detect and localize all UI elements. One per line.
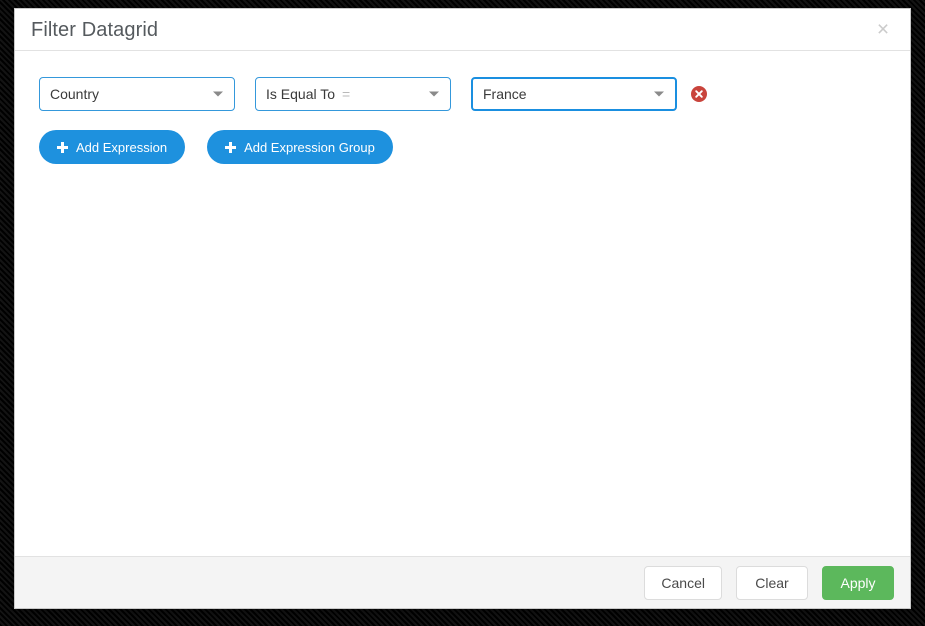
- filter-datagrid-dialog: Filter Datagrid × Country Is Equal To =: [14, 8, 911, 609]
- add-expression-label: Add Expression: [76, 139, 168, 155]
- filter-value-select[interactable]: France: [471, 77, 677, 111]
- plus-icon: [225, 141, 237, 153]
- add-expression-group-button[interactable]: Add Expression Group: [207, 130, 393, 164]
- add-buttons-row: Add Expression Add Expression Group: [39, 130, 886, 164]
- dialog-header: Filter Datagrid ×: [15, 9, 910, 51]
- filter-field-value: Country: [50, 86, 100, 102]
- expression-row: Country Is Equal To = France: [39, 77, 886, 111]
- cancel-button[interactable]: Cancel: [644, 565, 722, 600]
- chevron-down-icon: [213, 91, 223, 97]
- filter-field-select[interactable]: Country: [39, 77, 235, 111]
- dialog-footer: Cancel Clear Apply: [15, 556, 910, 608]
- filter-operator-symbol: =: [342, 86, 351, 102]
- filter-operator-select[interactable]: Is Equal To =: [255, 77, 451, 111]
- remove-expression-button[interactable]: [691, 86, 707, 102]
- chevron-down-icon: [429, 91, 439, 97]
- chevron-down-icon: [654, 91, 664, 97]
- apply-button[interactable]: Apply: [822, 565, 894, 600]
- close-icon[interactable]: ×: [872, 19, 894, 41]
- filter-value-value: France: [483, 86, 527, 102]
- remove-circle-icon: [695, 90, 703, 98]
- add-expression-button[interactable]: Add Expression: [39, 130, 186, 164]
- filter-operator-value: Is Equal To: [266, 86, 336, 102]
- screen-background: Filter Datagrid × Country Is Equal To =: [0, 0, 925, 626]
- add-expression-group-label: Add Expression Group: [244, 139, 375, 155]
- plus-icon: [57, 141, 68, 153]
- page-title: Filter Datagrid: [31, 18, 159, 41]
- dialog-body: Country Is Equal To = France Add Express…: [15, 51, 910, 556]
- clear-button[interactable]: Clear: [736, 565, 808, 600]
